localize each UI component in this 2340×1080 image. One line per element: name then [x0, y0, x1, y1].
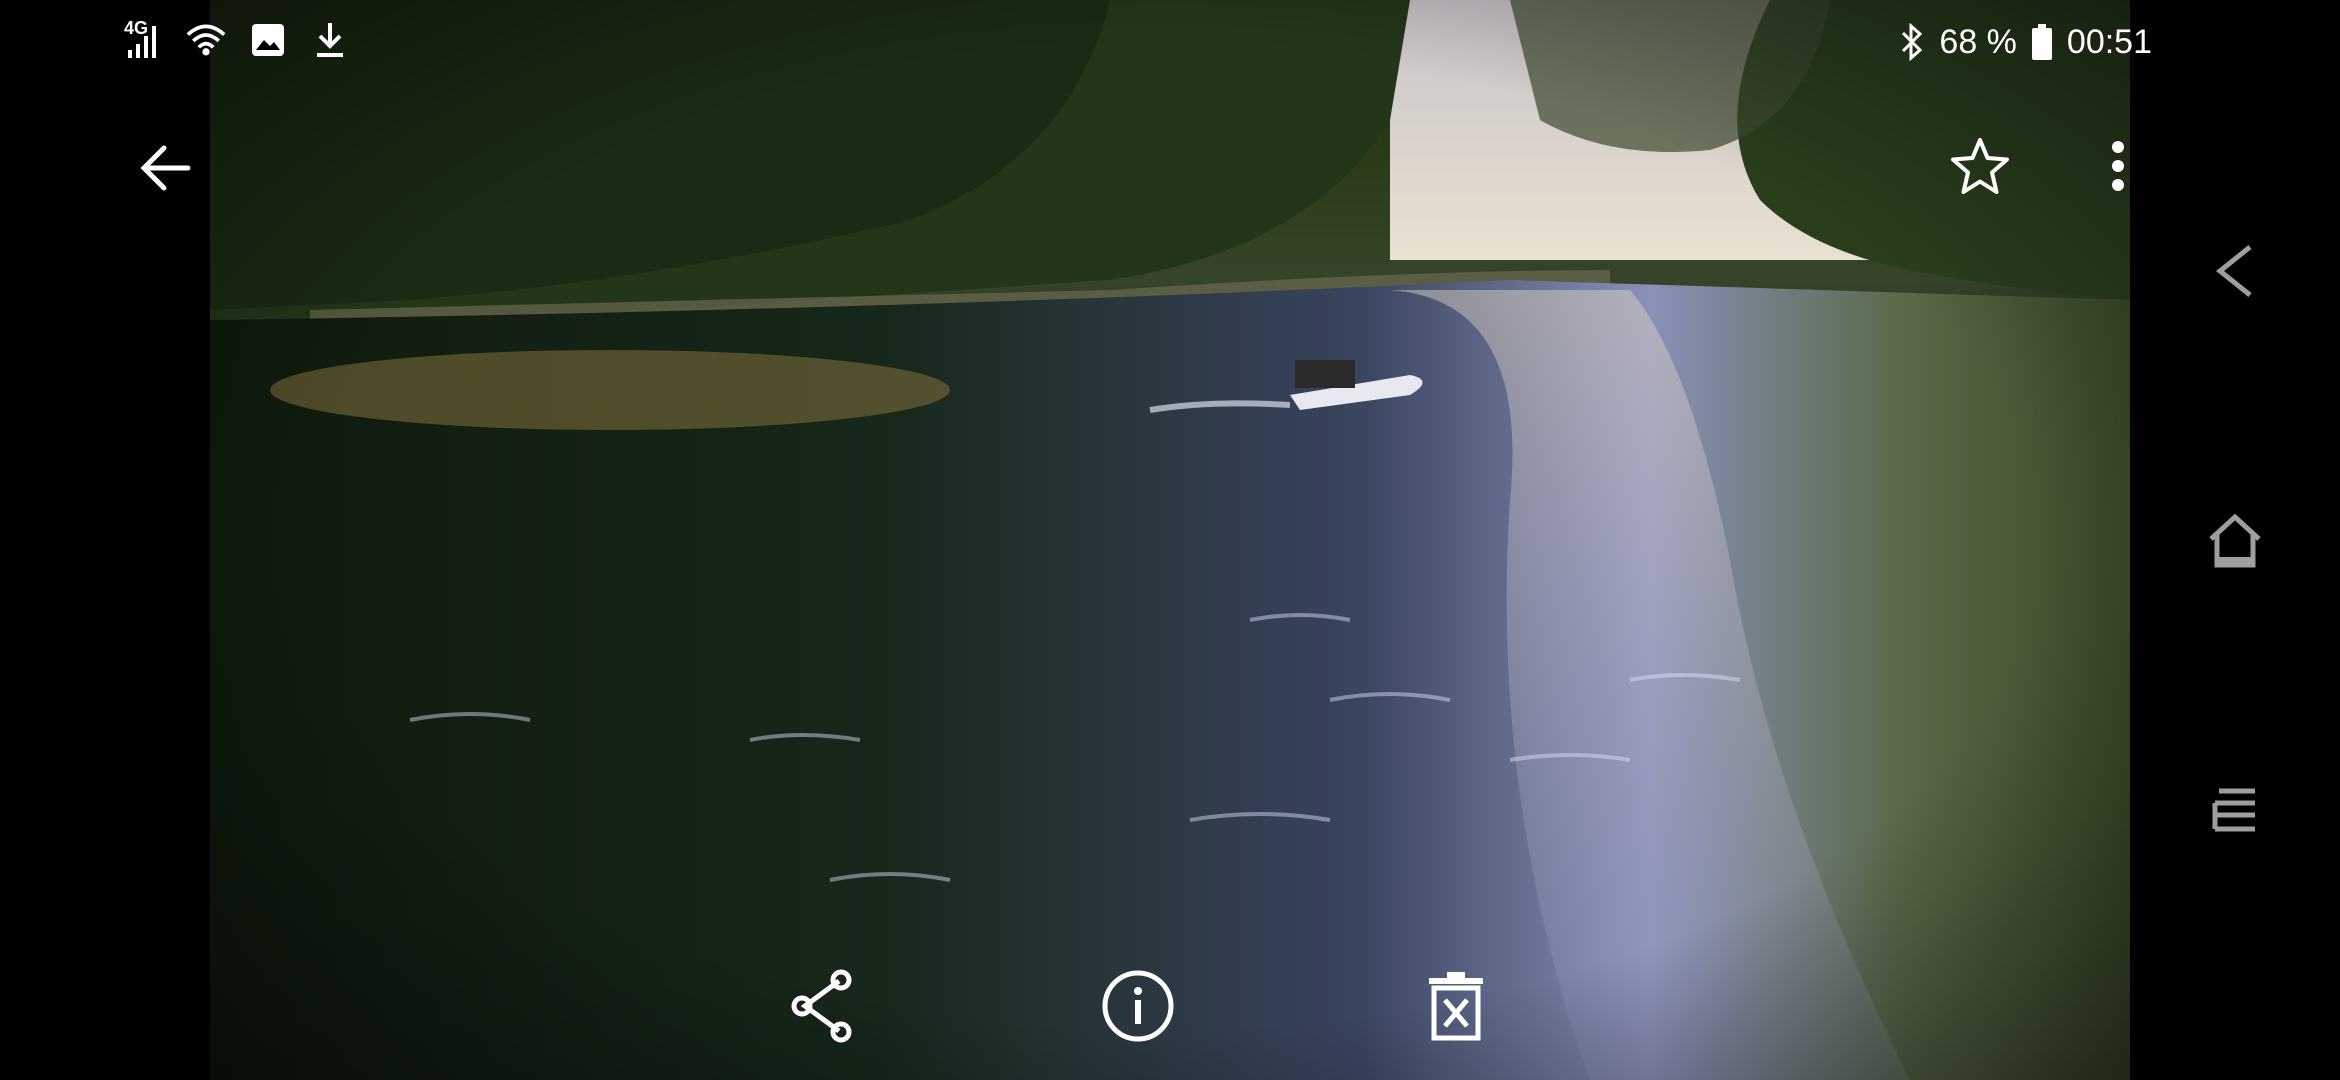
- system-navigation-bar: [2130, 0, 2340, 1080]
- nav-back-icon: [2215, 245, 2252, 297]
- status-bar: 4G 68 % 00:51: [0, 0, 2340, 84]
- signal-icon: 4G: [124, 18, 164, 62]
- more-vertical-icon: [2112, 141, 2124, 191]
- status-right-icons: 68 % 00:51: [1897, 20, 2152, 64]
- system-home-button[interactable]: [2180, 486, 2290, 596]
- back-arrow-icon: [140, 145, 191, 191]
- nav-recents-icon: [2212, 788, 2255, 832]
- back-button[interactable]: [126, 128, 206, 208]
- share-button[interactable]: [782, 966, 862, 1046]
- image-icon: [248, 18, 288, 62]
- battery-percent: 68 %: [1939, 22, 2017, 61]
- battery-icon: [2029, 20, 2055, 64]
- nav-home-icon: [2209, 513, 2261, 568]
- info-icon: [1102, 970, 1174, 1042]
- status-left-icons: 4G: [124, 18, 350, 62]
- network-type: 4G: [124, 18, 149, 38]
- info-button[interactable]: [1098, 966, 1178, 1046]
- system-back-button[interactable]: [2180, 216, 2290, 326]
- bluetooth-icon: [1897, 20, 1927, 64]
- delete-button[interactable]: [1416, 966, 1496, 1046]
- wifi-icon: [186, 18, 226, 62]
- star-icon: [1951, 138, 2009, 194]
- top-app-bar: [0, 120, 2340, 220]
- delete-icon: [1429, 972, 1483, 1041]
- share-icon: [791, 969, 852, 1043]
- bottom-action-bar: [210, 930, 2130, 1080]
- system-recents-button[interactable]: [2180, 756, 2290, 866]
- favorite-button[interactable]: [1940, 126, 2020, 206]
- download-icon: [310, 18, 350, 62]
